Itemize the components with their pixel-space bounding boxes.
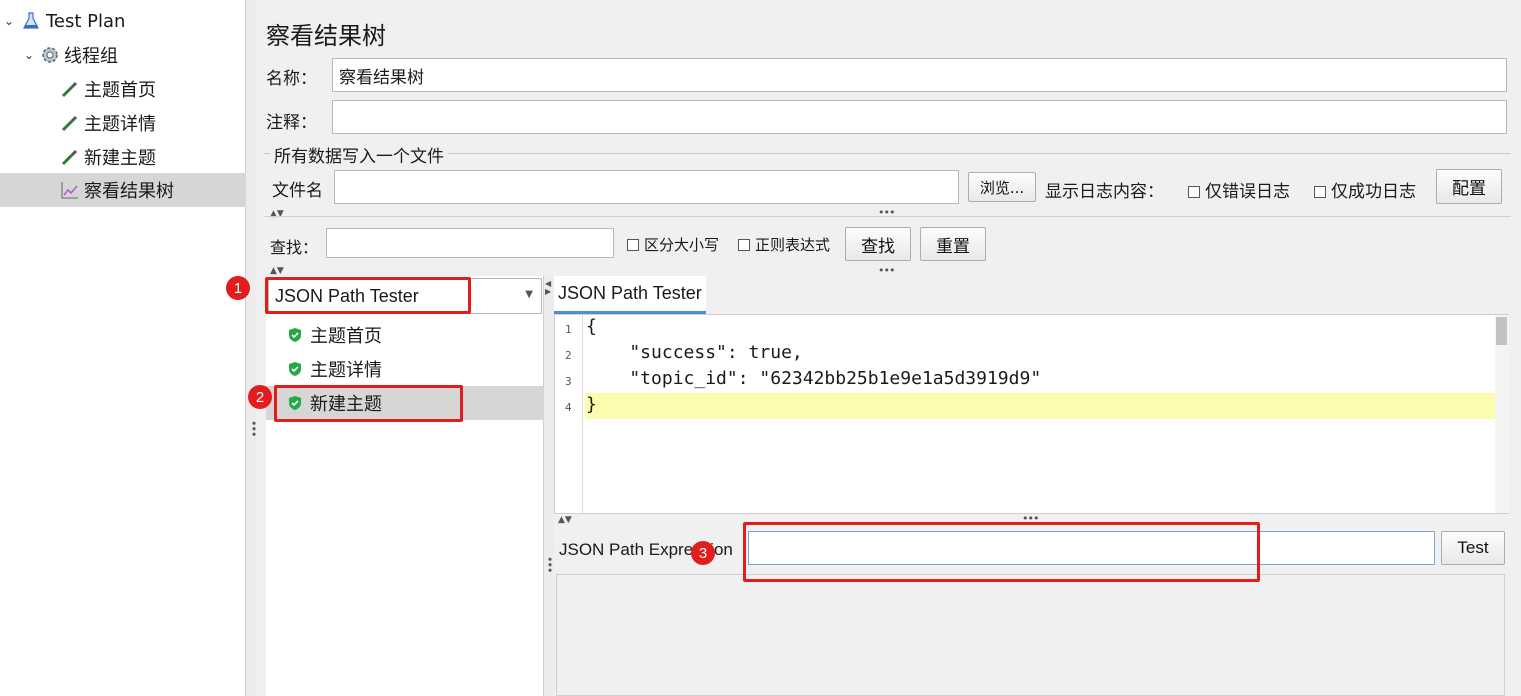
find-button[interactable]: 查找	[845, 227, 911, 261]
collapse-arrows-icon[interactable]: ▲▼	[558, 515, 572, 525]
errors-only-label: 仅错误日志	[1205, 182, 1290, 202]
tree-item-test-plan[interactable]: ⌄ Test Plan	[0, 5, 246, 37]
checkbox-icon[interactable]	[1188, 186, 1200, 198]
scrollbar-thumb[interactable]	[1496, 317, 1507, 345]
code-line: {	[586, 316, 597, 337]
collapse-arrows-icon[interactable]: ▲▼	[270, 266, 284, 276]
divider	[264, 216, 1511, 217]
tree-item-label: 新建主题	[84, 148, 156, 169]
tree-item-thread-group[interactable]: ⌄ 线程组	[0, 39, 246, 71]
code-line: "success": true,	[586, 342, 803, 363]
log-content-label: 显示日志内容：	[1045, 182, 1164, 202]
pipette-icon	[60, 147, 80, 167]
response-code-editor[interactable]: 1 2 3 4 { "success": true, "topic_id": "…	[554, 314, 1509, 514]
checkbox-icon[interactable]	[1314, 186, 1326, 198]
test-plan-tree: ⌄ Test Plan ⌄ 线程组 主题首页 主题详情 新建主题 察看结果树	[0, 0, 246, 696]
annotation-badge-2: 2	[248, 385, 272, 409]
main-splitter[interactable]: •••	[246, 0, 260, 696]
pipette-icon	[60, 79, 80, 99]
regex-label: 正则表达式	[755, 236, 831, 254]
file-section-border	[264, 153, 1511, 154]
comment-label: 注释：	[266, 113, 317, 133]
name-label: 名称：	[266, 69, 317, 89]
list-splitter[interactable]: ◀ ▶ •••	[543, 276, 556, 696]
collapse-arrows-icon[interactable]: ◀ ▶	[545, 280, 551, 296]
success-only-label: 仅成功日志	[1331, 182, 1416, 202]
result-item-label: 主题详情	[310, 360, 382, 381]
line-number: 3	[565, 375, 572, 388]
result-item-label: 主题首页	[310, 326, 382, 347]
annotation-box-expression	[743, 522, 1260, 582]
annotation-box-renderer	[265, 277, 471, 314]
tree-item-label: 主题首页	[84, 80, 156, 101]
chevron-down-icon[interactable]: ⌄	[2, 14, 16, 28]
pipette-icon	[60, 113, 80, 133]
comment-field[interactable]	[332, 100, 1507, 134]
json-path-tester-pane: JSON Path Tester 1 2 3 4 { "success": tr…	[554, 276, 1509, 696]
chevron-down-icon: ▼	[525, 289, 533, 300]
line-number: 1	[565, 323, 572, 336]
filename-field[interactable]	[334, 170, 959, 204]
search-input[interactable]	[326, 228, 614, 258]
current-line-highlight	[585, 393, 1495, 419]
errors-only-checkbox[interactable]: 仅错误日志	[1188, 177, 1290, 202]
configure-button[interactable]: 配置	[1436, 169, 1502, 204]
vertical-scrollbar[interactable]	[1495, 315, 1509, 513]
results-list-pane: JSON Path Tester ▼ 主题首页 主题详情 新建主题	[266, 276, 544, 696]
test-button[interactable]: Test	[1441, 531, 1505, 565]
tree-item-sampler-home[interactable]: 主题首页	[0, 73, 246, 105]
expression-result-area	[556, 574, 1505, 696]
case-sensitive-label: 区分大小写	[644, 236, 720, 254]
checkbox-icon[interactable]	[627, 239, 639, 251]
chart-icon	[60, 180, 80, 200]
reset-button[interactable]: 重置	[920, 227, 986, 261]
tree-item-results-tree[interactable]: 察看结果树	[0, 173, 246, 207]
annotation-badge-3: 3	[691, 541, 715, 565]
tree-item-sampler-detail[interactable]: 主题详情	[0, 107, 246, 139]
name-field[interactable]: 察看结果树	[332, 58, 1507, 92]
code-line: "topic_id": "62342bb25b1e9e1a5d3919d9"	[586, 368, 1042, 389]
regex-checkbox[interactable]: 正则表达式	[738, 234, 830, 255]
annotation-badge-1: 1	[226, 276, 250, 300]
tree-item-label: Test Plan	[46, 10, 126, 32]
annotation-box-result	[274, 385, 463, 422]
search-label: 查找：	[270, 238, 319, 257]
tree-item-label: 主题详情	[84, 114, 156, 135]
line-number: 4	[565, 401, 572, 414]
tab-json-path-tester[interactable]: JSON Path Tester	[554, 276, 706, 314]
case-sensitive-checkbox[interactable]: 区分大小写	[627, 234, 719, 255]
tree-item-sampler-new[interactable]: 新建主题	[0, 141, 246, 173]
tab-label: JSON Path Tester	[558, 283, 702, 303]
tree-item-label: 线程组	[64, 46, 118, 67]
chevron-down-icon[interactable]: ⌄	[22, 48, 36, 62]
gear-icon	[40, 45, 60, 65]
filename-label: 文件名	[272, 181, 323, 201]
checkbox-icon[interactable]	[738, 239, 750, 251]
collapse-arrows-icon[interactable]: ▲▼	[270, 209, 284, 219]
page-title: 察看结果树	[266, 22, 386, 50]
splitter-grip[interactable]: •••	[878, 206, 895, 219]
result-item[interactable]: 主题首页	[266, 318, 544, 352]
success-shield-icon	[289, 362, 301, 376]
success-shield-icon	[289, 328, 301, 342]
line-number-gutter: 1 2 3 4	[555, 315, 583, 513]
success-only-checkbox[interactable]: 仅成功日志	[1314, 177, 1416, 202]
file-section-title: 所有数据写入一个文件	[270, 142, 448, 167]
results-tree-panel: 察看结果树 名称： 察看结果树 注释： 所有数据写入一个文件 文件名 浏览...…	[256, 0, 1521, 696]
code-line: }	[586, 394, 597, 415]
flask-icon	[22, 11, 42, 31]
result-item[interactable]: 主题详情	[266, 352, 544, 386]
line-number: 2	[565, 349, 572, 362]
tree-item-label: 察看结果树	[84, 181, 174, 202]
browse-button[interactable]: 浏览...	[968, 172, 1036, 202]
